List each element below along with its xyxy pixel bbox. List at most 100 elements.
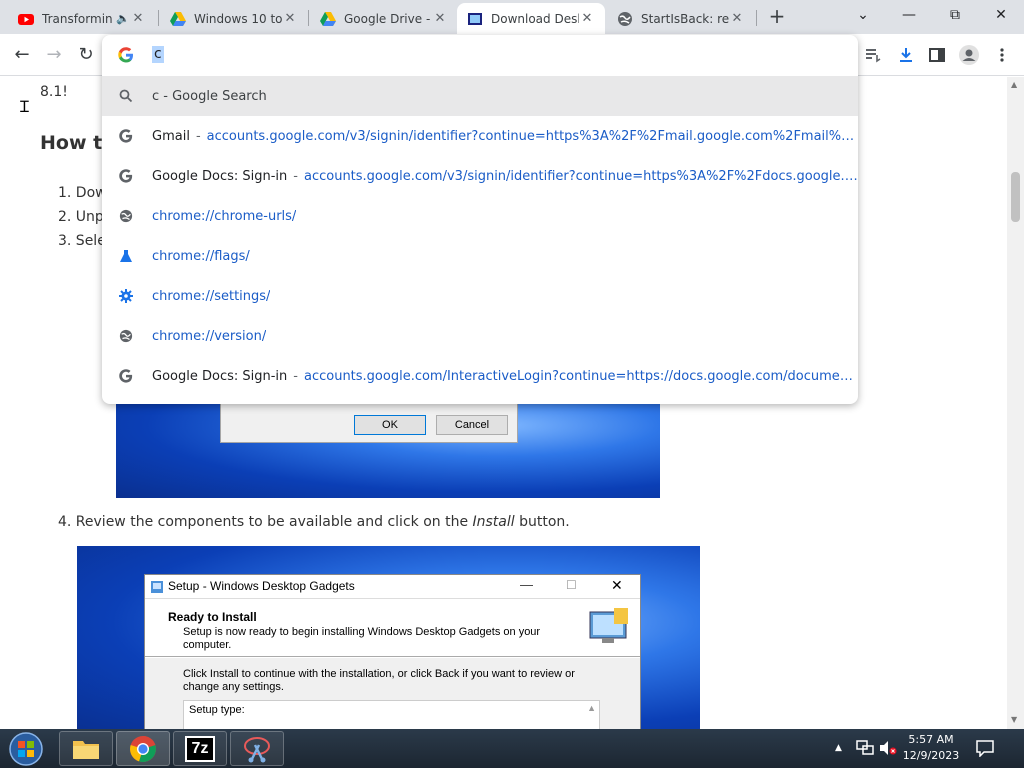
- scroll-up-arrow-icon: ▲: [587, 703, 596, 713]
- tab-separator: [158, 10, 159, 26]
- version-text: 8.1!: [40, 84, 68, 100]
- suggestion-title: Gmail: [152, 128, 190, 144]
- suggestion-chrome-settings[interactable]: chrome://settings/: [102, 276, 858, 316]
- suggestion-chrome-version[interactable]: chrome://version/: [102, 316, 858, 356]
- step-2-text: 2. Unp: [58, 209, 104, 225]
- setup-window: Setup - Windows Desktop Gadgets — ☐ ✕ Re…: [144, 574, 641, 729]
- taskbar-chrome[interactable]: [116, 731, 170, 766]
- globe-icon: [118, 209, 134, 223]
- tab-close-icon[interactable]: ✕: [130, 11, 146, 26]
- youtube-icon: [18, 13, 34, 25]
- globe-icon: [118, 329, 134, 343]
- tab-close-icon[interactable]: ✕: [729, 11, 745, 26]
- google-g-icon: [118, 47, 133, 63]
- tab-startisback[interactable]: StartIsBack: real ✕: [607, 3, 755, 34]
- taskbar-snipping-tool[interactable]: [230, 731, 284, 766]
- suggestion-google-docs-login[interactable]: Google Docs: Sign-in - accounts.google.c…: [102, 356, 858, 396]
- suggestion-separator: -: [293, 168, 298, 184]
- suggestion-separator: -: [293, 368, 298, 384]
- setup-body-2: change any settings.: [183, 681, 284, 693]
- suggestion-url: accounts.google.com/InteractiveLogin?con…: [303, 368, 858, 384]
- back-button[interactable]: ←: [10, 43, 34, 67]
- suggestion-url: accounts.google.com/v3/signin/identifier…: [303, 168, 858, 184]
- gear-icon: [118, 289, 134, 303]
- tab-title: Google Drive - Y: [344, 11, 432, 26]
- suggestion-chrome-flags[interactable]: chrome://flags/: [102, 236, 858, 276]
- google-g-icon: [118, 129, 134, 143]
- search-icon: [118, 89, 134, 103]
- close-window-button[interactable]: ✕: [978, 0, 1024, 30]
- tab-separator: [756, 10, 757, 26]
- suggestion-chrome-urls[interactable]: chrome://chrome-urls/: [102, 196, 858, 236]
- speaker-icon[interactable]: 🔈: [116, 12, 130, 25]
- google-drive-icon: [170, 11, 186, 26]
- suggestion-title: Google Docs: Sign-in: [152, 368, 288, 384]
- suggestion-google-search[interactable]: c - Google Search: [102, 76, 858, 116]
- scroll-down-icon[interactable]: ▼: [1011, 715, 1017, 724]
- suggestion-gmail[interactable]: Gmail - accounts.google.com/v3/signin/id…: [102, 116, 858, 156]
- suggestion-separator: -: [195, 128, 201, 144]
- globe-icon: [618, 11, 632, 26]
- file-explorer-icon: [73, 740, 99, 759]
- side-panel-icon[interactable]: [926, 44, 948, 66]
- tab-title: Transformin: [42, 11, 113, 26]
- download-icon[interactable]: [895, 44, 917, 66]
- snipping-tool-icon: [244, 736, 270, 762]
- setup-type-label: Setup type:: [189, 704, 245, 716]
- scroll-thumb[interactable]: [1011, 172, 1020, 222]
- tab-search-button[interactable]: ⌄: [840, 0, 886, 30]
- tab-close-icon[interactable]: ✕: [282, 11, 298, 26]
- taskbar-7zip[interactable]: 7z: [173, 731, 227, 766]
- tab-strip: Transformin 🔈 ✕ Windows 10 to ✕ Google D…: [0, 0, 1024, 34]
- setup-close-icon: ✕: [611, 577, 623, 593]
- forward-button[interactable]: →: [42, 43, 66, 67]
- setup-computer-icon: [589, 608, 628, 643]
- suggestion-url: chrome://chrome-urls/: [152, 208, 297, 224]
- system-clock[interactable]: 5:57 AM 12/9/2023: [902, 732, 960, 764]
- omnibox-input[interactable]: c: [152, 46, 164, 63]
- network-icon[interactable]: [856, 740, 874, 756]
- tab-close-icon[interactable]: ✕: [432, 11, 448, 26]
- tab-separator: [308, 10, 309, 26]
- setup-heading: Ready to Install: [168, 610, 257, 624]
- step-4-prefix: 4. Review the components to be available…: [58, 514, 473, 530]
- tab-windows10[interactable]: Windows 10 to ✕: [160, 3, 308, 34]
- clock-time: 5:57 AM: [908, 733, 954, 746]
- scroll-up-icon[interactable]: ▲: [1011, 80, 1017, 89]
- menu-kebab-icon[interactable]: [991, 44, 1013, 66]
- tab-youtube[interactable]: Transformin 🔈 ✕: [8, 3, 156, 34]
- page-scrollbar[interactable]: ▲ ▼: [1007, 77, 1024, 729]
- taskbar-file-explorer[interactable]: [59, 731, 113, 766]
- volume-muted-icon[interactable]: [879, 740, 897, 756]
- setup-maximize-icon: ☐: [566, 578, 577, 592]
- clock-date: 12/9/2023: [902, 749, 960, 762]
- suggestion-title: Google Docs: Sign-in: [152, 168, 288, 184]
- tab-download-desktop[interactable]: Download Desk ✕: [457, 3, 605, 34]
- new-tab-button[interactable]: +: [766, 5, 788, 27]
- site-icon: [468, 12, 482, 25]
- maximize-button[interactable]: ⧉: [932, 0, 978, 30]
- omnibox-input-row[interactable]: c: [102, 35, 858, 75]
- flask-icon: [118, 249, 134, 263]
- start-button[interactable]: [6, 730, 46, 767]
- suggestion-url: chrome://flags/: [152, 248, 250, 264]
- text-cursor-icon: Ɪ: [20, 97, 29, 116]
- tab-close-icon[interactable]: ✕: [579, 11, 595, 26]
- minimize-button[interactable]: —: [886, 0, 932, 30]
- 7zip-icon: 7z: [185, 735, 215, 762]
- google-g-icon: [118, 169, 134, 183]
- setup-header: Ready to Install Setup is now ready to b…: [145, 600, 640, 657]
- notification-icon[interactable]: [976, 740, 994, 757]
- reload-button[interactable]: ↻: [74, 43, 98, 67]
- suggestion-google-docs[interactable]: Google Docs: Sign-in - accounts.google.c…: [102, 156, 858, 196]
- profile-avatar-icon[interactable]: [958, 44, 980, 66]
- setup-subtext-1: Setup is now ready to begin installing W…: [183, 626, 541, 638]
- tab-google-drive[interactable]: Google Drive - Y ✕: [310, 3, 458, 34]
- step-4-text: 4. Review the components to be available…: [58, 514, 570, 530]
- reading-list-icon[interactable]: [862, 44, 884, 66]
- suggestion-url: accounts.google.com/v3/signin/identifier…: [206, 128, 858, 144]
- google-g-icon: [118, 369, 134, 383]
- tray-overflow-arrow-icon[interactable]: ▲: [835, 743, 842, 753]
- windows-taskbar: 7z ▲ 5:57 AM 12/9/2023: [0, 729, 1024, 768]
- chrome-icon: [130, 735, 156, 762]
